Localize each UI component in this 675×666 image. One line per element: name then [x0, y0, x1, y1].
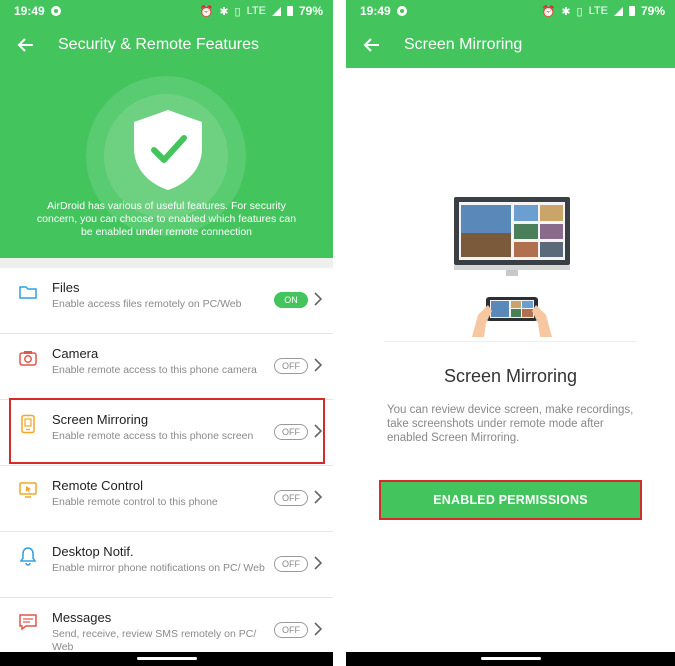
battery-icon — [628, 6, 635, 16]
enable-permissions-label: ENABLED PERMISSIONS — [433, 493, 588, 507]
remote-control-toggle[interactable]: OFF — [274, 490, 308, 506]
chevron-right-icon — [314, 358, 322, 372]
app-notification-icon — [50, 6, 61, 16]
app-bar: Screen Mirroring — [346, 22, 675, 68]
folder-icon — [19, 286, 37, 299]
feature-title: Camera — [52, 346, 99, 361]
feature-list: Files Enable access files remotely on PC… — [0, 268, 333, 664]
alarm-icon: ⏰ — [199, 5, 214, 18]
alarm-icon: ⏰ — [541, 5, 556, 18]
enable-permissions-button[interactable]: ENABLED PERMISSIONS — [379, 480, 642, 520]
vibrate-icon: ▯ — [576, 5, 583, 18]
system-nav-bar — [0, 652, 333, 666]
feature-row-desktop-notif[interactable]: Desktop Notif. Enable mirror phone notif… — [0, 532, 333, 598]
feature-subtitle: Enable mirror phone notifications on PC/… — [52, 562, 265, 574]
feature-subtitle: Send, receive, review SMS remotely on PC… — [52, 628, 257, 653]
battery-icon — [286, 6, 293, 16]
feature-title: Messages — [52, 610, 112, 625]
page-title: Security & Remote Features — [58, 36, 259, 53]
battery-level: 79% — [298, 4, 323, 18]
feature-subtitle: Enable remote control to this phone — [52, 496, 218, 508]
feature-subtitle: Enable access files remotely on PC/Web — [52, 298, 242, 310]
feature-row-camera[interactable]: Camera Enable remote access to this phon… — [0, 334, 333, 400]
feature-title: Files — [52, 280, 80, 295]
system-nav-bar — [346, 652, 675, 666]
feature-row-files[interactable]: Files Enable access files remotely on PC… — [0, 268, 333, 334]
back-arrow-icon[interactable] — [362, 35, 382, 55]
chevron-right-icon — [314, 622, 322, 636]
message-icon — [19, 614, 37, 631]
signal-icon — [613, 6, 623, 16]
app-header: 19:49 ⏰ ✱ ▯ LTE 79% Screen Mirroring — [346, 0, 675, 68]
feature-description: You can review device screen, make recor… — [387, 404, 634, 444]
app-notification-icon — [396, 6, 407, 16]
chevron-right-icon — [314, 556, 322, 570]
page-title: Screen Mirroring — [404, 36, 523, 53]
section-divider — [0, 258, 333, 268]
messages-toggle[interactable]: OFF — [274, 622, 308, 638]
hero-description: AirDroid has various of useful features.… — [36, 200, 297, 238]
screen-mirroring-highlight — [9, 398, 325, 464]
files-toggle[interactable]: ON — [274, 292, 308, 308]
feature-heading: Screen Mirroring — [443, 366, 578, 386]
screen-mirroring-illustration — [454, 197, 570, 337]
security-features-screen: 19:49 ⏰ ✱ ▯ LTE 79% Security & Remote Fe… — [0, 0, 333, 666]
chevron-right-icon — [314, 292, 322, 306]
status-time: 19:49 — [14, 4, 45, 18]
remote-control-icon — [19, 482, 37, 498]
feature-title: Desktop Notif. — [52, 544, 134, 559]
app-bar: Security & Remote Features — [0, 22, 333, 68]
status-bar: 19:49 ⏰ ✱ ▯ LTE 79% — [346, 0, 675, 22]
home-gesture-pill[interactable] — [480, 657, 541, 660]
screen-mirroring-screen: 19:49 ⏰ ✱ ▯ LTE 79% Screen Mirroring Scr… — [346, 0, 675, 666]
bluetooth-icon: ✱ — [561, 5, 571, 18]
battery-level: 79% — [640, 4, 665, 18]
status-bar: 19:49 ⏰ ✱ ▯ LTE 79% — [0, 0, 333, 22]
back-arrow-icon[interactable] — [16, 35, 36, 55]
desktop-notif-toggle[interactable]: OFF — [274, 556, 308, 572]
illustration-divider — [384, 341, 637, 342]
shield-check-icon — [134, 110, 202, 190]
vibrate-icon: ▯ — [234, 5, 241, 18]
status-time: 19:49 — [360, 4, 391, 18]
signal-icon — [271, 6, 281, 16]
camera-toggle[interactable]: OFF — [274, 358, 308, 374]
camera-icon — [19, 351, 37, 366]
chevron-right-icon — [314, 490, 322, 504]
network-type: LTE — [246, 5, 266, 17]
feature-subtitle: Enable remote access to this phone camer… — [52, 364, 257, 376]
hero-header: 19:49 ⏰ ✱ ▯ LTE 79% Security & Remote Fe… — [0, 0, 333, 258]
network-type: LTE — [588, 5, 608, 17]
home-gesture-pill[interactable] — [136, 657, 197, 660]
feature-row-remote-control[interactable]: Remote Control Enable remote control to … — [0, 466, 333, 532]
bluetooth-icon: ✱ — [219, 5, 229, 18]
feature-title: Remote Control — [52, 478, 144, 493]
bell-icon — [19, 547, 37, 566]
